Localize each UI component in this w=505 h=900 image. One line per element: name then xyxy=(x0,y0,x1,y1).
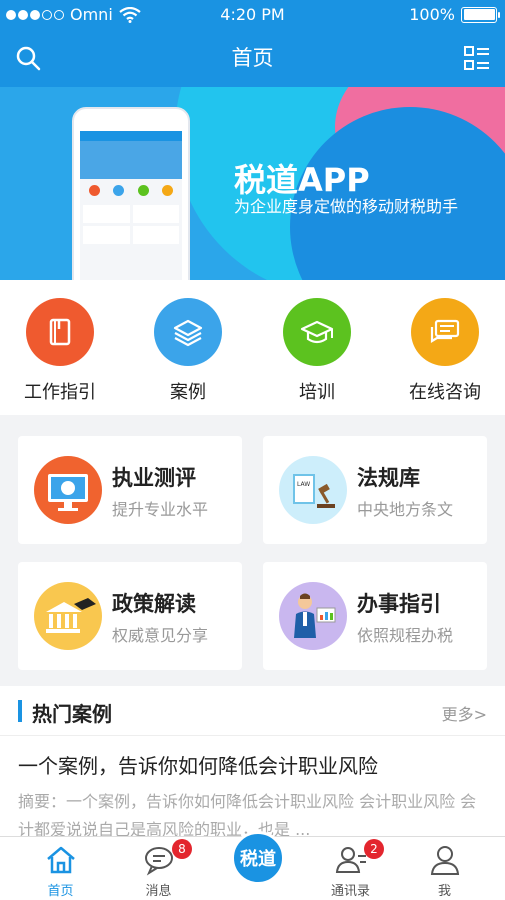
tab-label: 首页 xyxy=(47,884,74,899)
quick-item-online-consult[interactable]: 在线咨询 xyxy=(385,298,505,408)
banner-subtitle: 为企业度身定做的移动财税助手 xyxy=(234,197,459,216)
quick-item-label: 在线咨询 xyxy=(409,382,481,403)
tab-bar: 首页 8 消息 税道 2 通讯录 我 xyxy=(0,831,505,900)
graduation-cap-icon xyxy=(300,320,334,344)
tab-contacts[interactable]: 2 通讯录 xyxy=(300,837,401,900)
center-logo-button[interactable]: 税道 xyxy=(231,831,285,885)
battery-icon xyxy=(461,6,500,23)
section-accent-bar xyxy=(18,700,22,722)
header: Omni 4:20 PM 100% 首页 xyxy=(0,0,505,87)
card-title: 执业测评 xyxy=(112,466,196,490)
quick-item-label: 工作指引 xyxy=(24,382,96,403)
book-icon xyxy=(49,318,71,346)
tab-label: 我 xyxy=(437,884,451,899)
quick-item-training[interactable]: 培训 xyxy=(257,298,377,408)
monitor-icon xyxy=(34,456,102,524)
nav-bar: 首页 xyxy=(0,30,505,87)
law-book-gavel-icon: LAW xyxy=(279,456,347,524)
card-service-guide[interactable]: 办事指引 依照规程办税 xyxy=(263,562,487,670)
card-subtitle: 提升专业水平 xyxy=(112,500,209,519)
page-title: 首页 xyxy=(231,46,274,70)
tab-me[interactable]: 我 xyxy=(394,837,495,900)
card-subtitle: 中央地方条文 xyxy=(357,500,454,519)
battery-percent: 100% xyxy=(409,5,455,24)
quick-item-label: 培训 xyxy=(299,382,335,403)
card-subtitle: 权威意见分享 xyxy=(112,626,209,645)
tab-label: 消息 xyxy=(145,884,172,899)
svg-text:LAW: LAW xyxy=(297,481,310,488)
list-menu-icon[interactable] xyxy=(463,44,491,72)
section-title: 热门案例 xyxy=(32,702,112,726)
unread-badge: 8 xyxy=(172,839,192,859)
card-title: 法规库 xyxy=(357,466,420,490)
card-policy-interpretation[interactable]: 政策解读 权威意见分享 xyxy=(18,562,242,670)
promo-banner[interactable]: 税道APP 为企业度身定做的移动财税助手 xyxy=(0,87,505,280)
bank-building-icon xyxy=(34,582,102,650)
presenter-icon xyxy=(279,582,347,650)
chat-icon xyxy=(430,319,460,343)
battery-status: 100% xyxy=(409,5,500,24)
tab-label: 通讯录 xyxy=(330,884,370,899)
message-bubble-icon xyxy=(145,847,173,876)
home-icon xyxy=(47,846,75,874)
quick-item-label: 案例 xyxy=(170,382,206,403)
tab-home[interactable]: 首页 xyxy=(10,837,111,900)
card-subtitle: 依照规程办税 xyxy=(357,626,454,645)
article-title[interactable]: 一个案例，告诉你如何降低会计职业风险 xyxy=(18,750,378,779)
card-title: 政策解读 xyxy=(112,592,196,616)
contacts-icon xyxy=(335,847,366,873)
card-regulations-library[interactable]: LAW 法规库 中央地方条文 xyxy=(263,436,487,544)
phone-mockup-image xyxy=(72,107,190,280)
quick-menu: 工作指引 案例 培训 在线咨询 xyxy=(0,280,505,415)
person-icon xyxy=(430,846,460,875)
more-link[interactable]: 更多> xyxy=(442,701,487,725)
quick-item-cases[interactable]: 案例 xyxy=(128,298,248,408)
hot-cases-section: 热门案例 更多> 一个案例，告诉你如何降低会计职业风险 摘要：一个案例，告诉你如… xyxy=(0,686,505,839)
unread-badge: 2 xyxy=(364,839,384,859)
quick-item-work-guide[interactable]: 工作指引 xyxy=(0,298,120,408)
tab-messages[interactable]: 8 消息 xyxy=(108,837,209,900)
section-header: 热门案例 更多> xyxy=(0,686,505,736)
card-title: 办事指引 xyxy=(357,592,441,616)
card-practice-assessment[interactable]: 执业测评 提升专业水平 xyxy=(18,436,242,544)
status-bar: Omni 4:20 PM 100% xyxy=(0,0,505,30)
layers-icon xyxy=(173,319,203,347)
